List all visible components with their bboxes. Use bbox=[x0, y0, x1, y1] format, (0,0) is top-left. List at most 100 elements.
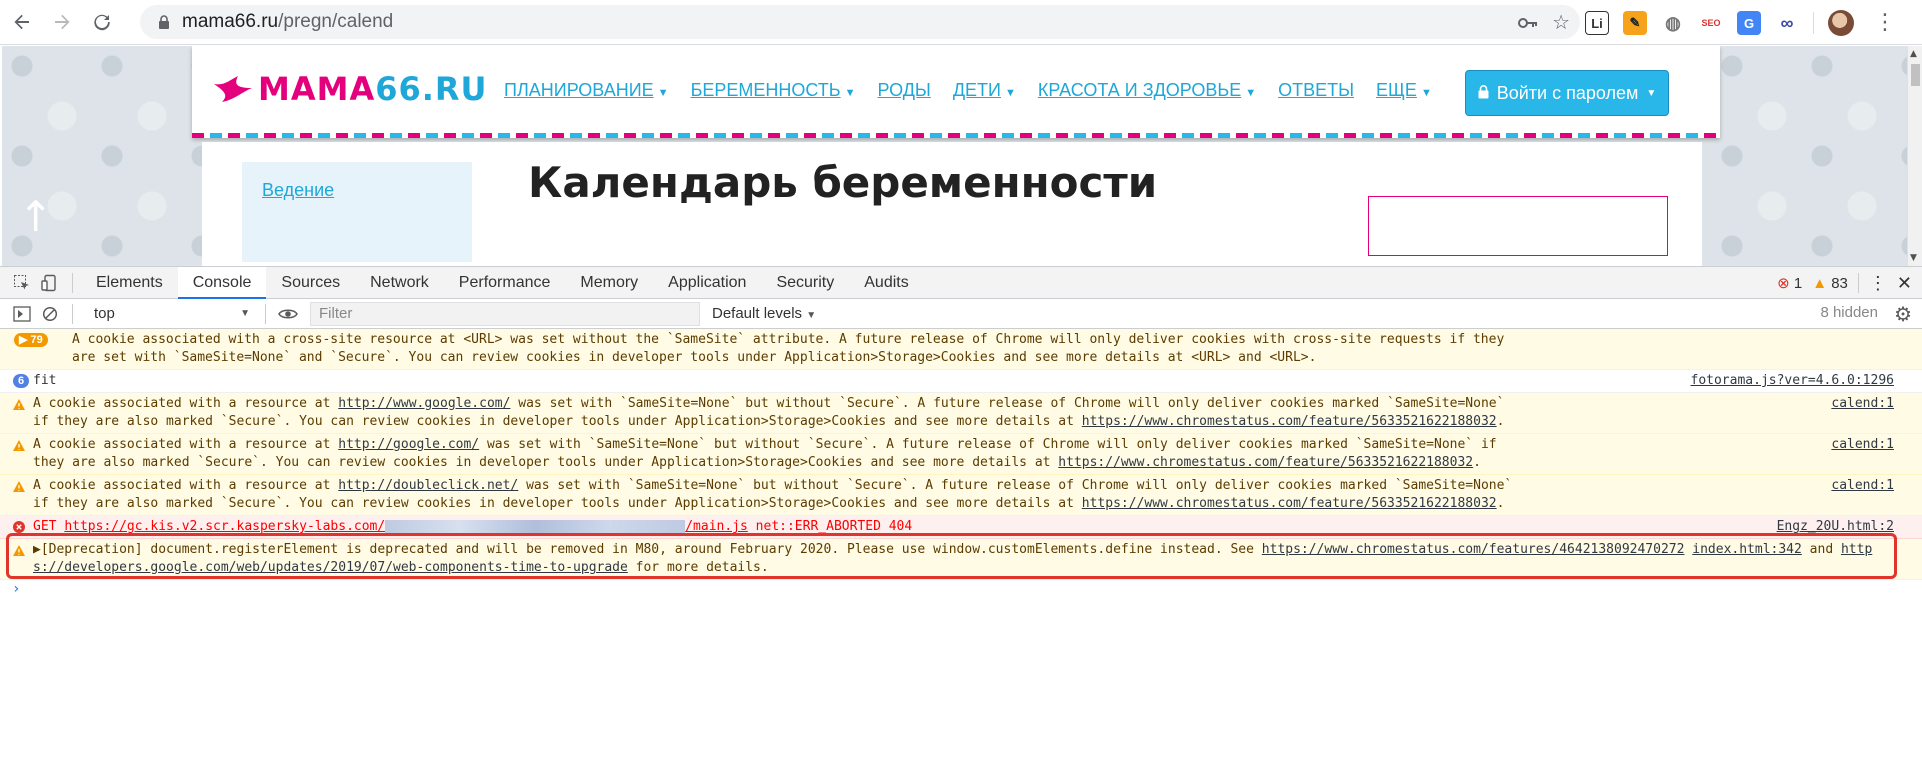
message-link[interactable]: http://www.google.com/ bbox=[338, 396, 510, 411]
more-icon[interactable]: ⋮ bbox=[1874, 12, 1896, 34]
redacted-path bbox=[385, 519, 686, 534]
console-message-warning[interactable]: A cookie associated with a resource at h… bbox=[0, 434, 1922, 475]
source-link[interactable]: Engz_20U.html:2 bbox=[1777, 518, 1894, 536]
extension-translate-icon[interactable]: G bbox=[1737, 11, 1761, 35]
page-scrollbar[interactable]: ▲ ▼ bbox=[1907, 46, 1922, 266]
lock-icon[interactable] bbox=[154, 14, 174, 30]
message-link[interactable]: https://www.chromestatus.com/feature/563… bbox=[1058, 455, 1473, 470]
devtools-panel: Elements Console Sources Network Perform… bbox=[0, 266, 1922, 780]
tab-audits[interactable]: Audits bbox=[849, 267, 923, 299]
tab-application[interactable]: Application bbox=[653, 267, 761, 299]
chevron-down-icon: ▼ bbox=[240, 308, 250, 319]
console-message-error[interactable]: GET https://gc.kis.v2.scr.kaspersky-labs… bbox=[0, 516, 1922, 539]
site-header: MAMA66.RU ПЛАНИРОВАНИЕ ▼ БЕРЕМЕННОСТЬ ▼ РО… bbox=[192, 46, 1720, 138]
context-select[interactable]: top ▼ bbox=[87, 302, 257, 326]
scrollbar-thumb[interactable] bbox=[1911, 64, 1920, 86]
message-link[interactable]: http://doubleclick.net/ bbox=[338, 478, 518, 493]
console-message-warning[interactable]: ▶[Deprecation] document.registerElement … bbox=[0, 539, 1922, 580]
nav-item-more[interactable]: ЕЩЕ ▼ bbox=[1376, 80, 1432, 101]
ad-frame bbox=[1368, 196, 1668, 256]
sidebar-nav: Ведение bbox=[242, 162, 472, 262]
avatar[interactable] bbox=[1828, 10, 1854, 36]
nav-item-planning[interactable]: ПЛАНИРОВАНИЕ ▼ bbox=[504, 80, 669, 101]
console-toolbar: top ▼ Filter Default levels ▼ 8 hidden ⚙ bbox=[0, 299, 1922, 329]
tab-memory[interactable]: Memory bbox=[565, 267, 653, 299]
nav-item-pregnancy[interactable]: БЕРЕМЕННОСТЬ ▼ bbox=[691, 80, 856, 101]
extension-bar: Li ✎ ◍ SEO G ∞ ⋮ bbox=[1585, 8, 1896, 38]
console-message-log[interactable]: 6 fit fotorama.js?ver=4.6.0:1296 bbox=[0, 370, 1922, 393]
address-bar[interactable]: mama66.ru/pregn/calend ☆ bbox=[140, 5, 1580, 39]
console-messages: ▶ 79 A cookie associated with a cross-si… bbox=[0, 329, 1922, 598]
warning-icon bbox=[12, 543, 26, 557]
warning-icon bbox=[12, 479, 26, 493]
nav-item-birth[interactable]: РОДЫ bbox=[878, 80, 931, 101]
console-prompt[interactable]: › bbox=[0, 580, 1922, 598]
bird-icon bbox=[214, 76, 252, 102]
extension-pen-icon[interactable]: ✎ bbox=[1623, 11, 1647, 35]
error-counter[interactable]: ⊗ 1 bbox=[1777, 274, 1802, 292]
more-icon[interactable]: ⋮ bbox=[1869, 273, 1887, 294]
eye-icon[interactable] bbox=[274, 300, 302, 328]
sidebar-item-intro[interactable]: Ведение bbox=[262, 180, 334, 201]
nav-item-beauty-health[interactable]: КРАСОТА И ЗДОРОВЬЕ ▼ bbox=[1038, 80, 1256, 101]
url-text: mama66.ru/pregn/calend bbox=[182, 11, 394, 32]
key-icon[interactable] bbox=[1518, 10, 1538, 34]
browser-toolbar: mama66.ru/pregn/calend ☆ Li ✎ ◍ SEO G ∞ … bbox=[0, 0, 1922, 45]
hidden-count: 8 hidden bbox=[1820, 304, 1878, 321]
error-icon: ⊗ bbox=[1777, 275, 1790, 292]
tab-elements[interactable]: Elements bbox=[81, 267, 178, 299]
nav-item-answers[interactable]: ОТВЕТЫ bbox=[1278, 80, 1354, 101]
tab-security[interactable]: Security bbox=[761, 267, 849, 299]
scroll-down-arrow-icon[interactable]: ▼ bbox=[1910, 253, 1917, 263]
message-link[interactable]: https://www.chromestatus.com/feature/563… bbox=[1082, 414, 1497, 429]
tab-network[interactable]: Network bbox=[355, 267, 444, 299]
tab-divider bbox=[1857, 273, 1859, 293]
console-message-warning[interactable]: A cookie associated with a resource at h… bbox=[0, 393, 1922, 434]
tab-performance[interactable]: Performance bbox=[444, 267, 566, 299]
forward-icon[interactable] bbox=[44, 4, 80, 40]
clear-console-icon[interactable] bbox=[36, 300, 64, 328]
toolbar-divider bbox=[72, 303, 73, 324]
login-button[interactable]: Войти с паролем ▼ bbox=[1465, 70, 1669, 116]
sidebar-toggle-icon[interactable] bbox=[8, 300, 36, 328]
extension-globe-icon[interactable]: ◍ bbox=[1661, 11, 1685, 35]
message-link[interactable]: http://google.com/ bbox=[338, 437, 479, 452]
source-link[interactable]: fotorama.js?ver=4.6.0:1296 bbox=[1691, 372, 1895, 390]
star-icon[interactable]: ☆ bbox=[1552, 10, 1570, 34]
reload-icon[interactable] bbox=[84, 4, 120, 40]
warning-icon bbox=[12, 438, 26, 452]
tab-sources[interactable]: Sources bbox=[266, 267, 355, 299]
extension-link-icon[interactable]: ∞ bbox=[1775, 11, 1799, 35]
warning-icon bbox=[12, 397, 26, 411]
console-message-warning[interactable]: A cookie associated with a resource at h… bbox=[0, 475, 1922, 516]
console-message-warning[interactable]: ▶ 79 A cookie associated with a cross-si… bbox=[0, 329, 1922, 370]
source-link[interactable]: calend:1 bbox=[1831, 477, 1894, 495]
lock-icon bbox=[1478, 83, 1489, 104]
warning-counter[interactable]: ▲ 83 bbox=[1812, 275, 1848, 292]
scroll-up-arrow-icon[interactable]: ▲ bbox=[1910, 49, 1917, 59]
repeat-count-badge: 6 bbox=[13, 374, 29, 388]
devtools-status: ⊗ 1 ▲ 83 ⋮ ✕ bbox=[1777, 267, 1912, 299]
message-link[interactable]: https://www.chromestatus.com/features/46… bbox=[1262, 542, 1685, 557]
extension-seo-icon[interactable]: SEO bbox=[1699, 11, 1723, 35]
device-toggle-icon[interactable] bbox=[36, 269, 64, 297]
source-link[interactable]: calend:1 bbox=[1831, 395, 1894, 413]
content-area: Ведение Календарь беременности bbox=[202, 142, 1702, 266]
source-link[interactable]: calend:1 bbox=[1831, 436, 1894, 454]
message-link[interactable]: https://gc.kis.v2.scr.kaspersky-labs.com… bbox=[64, 519, 748, 534]
scroll-up-icon[interactable]: ↑ bbox=[18, 196, 53, 238]
source-link[interactable]: index.html:342 bbox=[1692, 542, 1802, 557]
close-icon[interactable]: ✕ bbox=[1897, 273, 1912, 294]
message-link[interactable]: https://www.chromestatus.com/feature/563… bbox=[1082, 496, 1497, 511]
inspect-icon[interactable] bbox=[8, 269, 36, 297]
filter-input[interactable]: Filter bbox=[310, 301, 700, 326]
nav-item-children[interactable]: ДЕТИ ▼ bbox=[953, 80, 1016, 101]
site-logo[interactable]: MAMA66.RU bbox=[212, 70, 488, 108]
gear-icon[interactable]: ⚙ bbox=[1894, 302, 1912, 326]
page-title: Календарь беременности bbox=[528, 158, 1158, 207]
page-viewport: MAMA66.RU ПЛАНИРОВАНИЕ ▼ БЕРЕМЕННОСТЬ ▼ РО… bbox=[2, 46, 1907, 266]
back-icon[interactable] bbox=[4, 4, 40, 40]
extension-li-icon[interactable]: Li bbox=[1585, 11, 1609, 35]
tab-console[interactable]: Console bbox=[177, 266, 267, 299]
log-levels-select[interactable]: Default levels ▼ bbox=[712, 305, 816, 322]
